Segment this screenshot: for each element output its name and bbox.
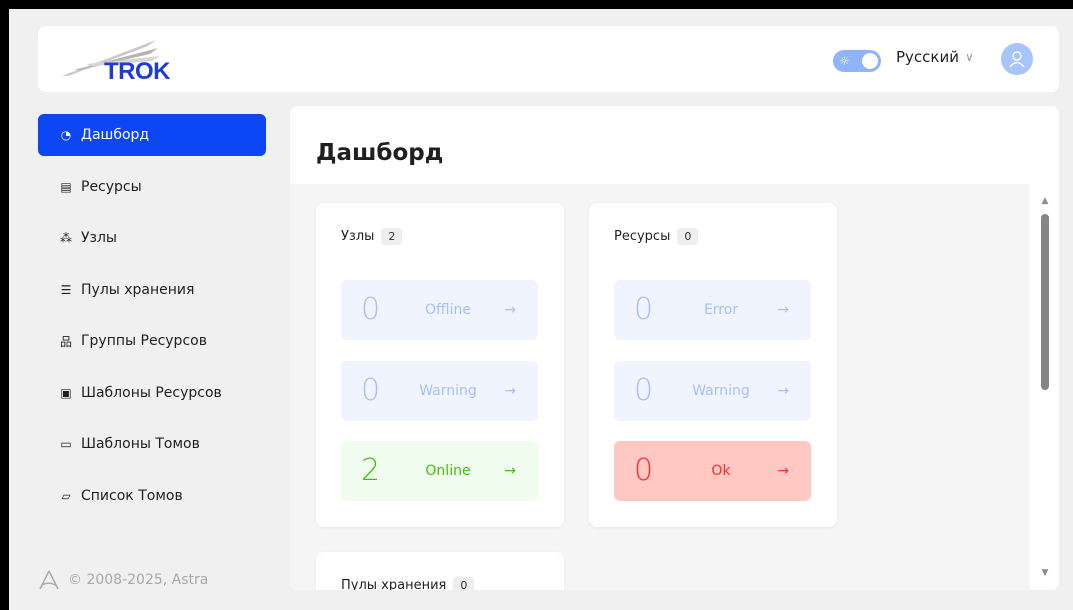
sidebar-item-label: Шаблоны Томов <box>81 436 200 452</box>
user-icon <box>1009 51 1025 68</box>
stat-value: 0 <box>361 373 381 408</box>
stat-label: Online <box>425 463 471 479</box>
resources-card: Ресурсы 0 0 Error → 0 Warning → 0 Ok → <box>589 203 837 527</box>
card-title: Ресурсы 0 <box>614 228 699 245</box>
card-title-label: Узлы <box>341 229 375 244</box>
count-badge: 2 <box>381 228 403 245</box>
arrow-right-icon: → <box>777 302 789 318</box>
storage-pools-card: Пулы хранения 0 <box>316 552 564 590</box>
template-icon: ▣ <box>60 385 72 400</box>
nodes-offline-stat[interactable]: 0 Offline → <box>341 280 538 340</box>
stat-value: 0 <box>634 373 654 408</box>
scrollbar-thumb[interactable] <box>1041 214 1049 390</box>
sidebar-item-label: Ресурсы <box>81 178 142 195</box>
language-label: Русский <box>896 48 959 66</box>
toggle-knob <box>862 53 878 69</box>
nodes-online-stat[interactable]: 2 Online → <box>341 441 538 501</box>
language-select[interactable]: Русский ∨ <box>896 48 974 66</box>
sidebar-footer: © 2008-2025, Astra <box>38 570 208 590</box>
user-avatar[interactable] <box>1001 43 1033 75</box>
arrow-right-icon: → <box>504 302 516 318</box>
astra-logo-icon <box>39 570 59 590</box>
page-title: Дашборд <box>316 140 444 166</box>
sidebar-nav: ◔ Дашборд ▤ Ресурсы ⁂ Узлы ☰ Пулы хранен… <box>38 114 266 526</box>
sidebar-item-resource-groups[interactable]: 品 Группы Ресурсов <box>38 320 266 362</box>
sidebar-item-dashboard[interactable]: ◔ Дашборд <box>38 114 266 156</box>
arrow-right-icon: → <box>777 383 789 399</box>
stat-value: 0 <box>361 292 381 327</box>
stat-value: 0 <box>634 453 654 488</box>
group-icon: 品 <box>59 334 72 349</box>
card-title: Узлы 2 <box>341 228 403 245</box>
sun-icon: ☼ <box>839 54 850 68</box>
dashboard-content: Дашборд Узлы 2 0 Offline → 0 Warning → 2… <box>290 106 1030 590</box>
sidebar-item-storage-pools[interactable]: ☰ Пулы хранения <box>38 269 266 311</box>
count-badge: 0 <box>677 228 699 245</box>
app-frame: TROK ☼ Русский ∨ ◔ Дашборд ▤ Ресурсы ⁂ У… <box>9 9 1073 610</box>
sidebar-item-label: Группы Ресурсов <box>81 333 207 349</box>
stat-label: Error <box>703 302 739 318</box>
sidebar-item-resource-templates[interactable]: ▣ Шаблоны Ресурсов <box>38 372 266 414</box>
vertical-scrollbar[interactable]: ▲ ▼ <box>1032 106 1059 590</box>
logo-text: TROK <box>104 58 171 85</box>
trok-logo[interactable]: TROK <box>60 36 180 86</box>
sidebar-item-label: Список Томов <box>81 487 183 504</box>
sidebar-item-volume-templates[interactable]: ▭ Шаблоны Томов <box>38 423 266 465</box>
card-title-label: Пулы хранения <box>341 578 447 590</box>
sidebar-item-label: Дашборд <box>81 127 150 143</box>
arrow-right-icon: → <box>504 383 516 399</box>
sidebar-item-label: Узлы <box>81 230 117 246</box>
nodes-card: Узлы 2 0 Offline → 0 Warning → 2 Online … <box>316 203 564 527</box>
pie-chart-icon: ◔ <box>60 128 72 142</box>
sidebar-item-nodes[interactable]: ⁂ Узлы <box>38 217 266 259</box>
sidebar-item-volume-list[interactable]: ▱ Список Томов <box>38 475 266 517</box>
database-icon: ▤ <box>60 179 72 194</box>
card-title: Пулы хранения 0 <box>341 577 475 590</box>
stat-label: Offline <box>425 302 471 318</box>
count-badge: 0 <box>453 577 475 590</box>
stat-label: Ok <box>711 463 731 479</box>
nodes-icon: ⁂ <box>60 231 72 245</box>
chevron-down-icon: ∨ <box>964 50 974 64</box>
scroll-down-arrow-icon[interactable]: ▼ <box>1040 568 1050 578</box>
stat-value: 2 <box>361 453 381 488</box>
stat-label: Warning <box>692 383 750 399</box>
main-header: Дашборд <box>290 106 1030 184</box>
resources-error-stat[interactable]: 0 Error → <box>614 280 811 340</box>
resources-warning-stat[interactable]: 0 Warning → <box>614 361 811 421</box>
folder-icon: ▭ <box>60 437 72 451</box>
nodes-warning-stat[interactable]: 0 Warning → <box>341 361 538 421</box>
arrow-right-icon: → <box>777 463 789 479</box>
drive-icon: ▱ <box>61 488 71 503</box>
stat-label: Warning <box>419 383 477 399</box>
theme-toggle[interactable]: ☼ <box>833 50 881 72</box>
card-title-label: Ресурсы <box>614 229 671 244</box>
arrow-right-icon: → <box>504 463 516 479</box>
sidebar-item-label: Пулы хранения <box>81 281 195 298</box>
top-header: TROK ☼ Русский ∨ <box>38 26 1059 92</box>
main-panel: Дашборд Узлы 2 0 Offline → 0 Warning → 2… <box>290 106 1059 590</box>
scroll-up-arrow-icon[interactable]: ▲ <box>1040 196 1050 206</box>
sidebar-item-resources[interactable]: ▤ Ресурсы <box>38 166 266 208</box>
stat-value: 0 <box>634 292 654 327</box>
copyright-text: © 2008-2025, Astra <box>68 572 209 588</box>
storage-pool-icon: ☰ <box>60 282 72 297</box>
sidebar-item-label: Шаблоны Ресурсов <box>81 384 222 401</box>
resources-ok-stat[interactable]: 0 Ok → <box>614 441 811 501</box>
